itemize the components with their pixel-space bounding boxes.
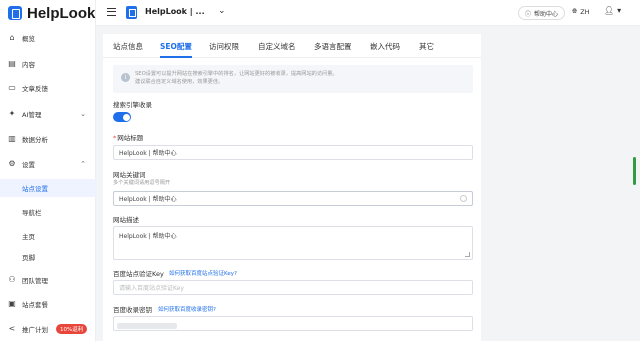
seo-info-text: SEO设置可以提升网站在搜索引擎中的排名，让网站更好的被收录，提高网站的访问量。… (135, 71, 338, 85)
tab-seo[interactable]: SEO配置 (160, 41, 192, 52)
tab-multilang[interactable]: 多语言配置 (314, 41, 352, 52)
help-center-label: 帮助中心 (534, 10, 559, 18)
settings-tabs: 站点信息 SEO配置 访问权限 自定义域名 多语言配置 嵌入代码 其它 (103, 34, 481, 58)
logo-text: HelpLook (27, 4, 96, 22)
menu-toggle-icon[interactable] (107, 8, 116, 16)
page-scrollbar[interactable] (632, 30, 636, 341)
topbar: HelpLook | ... ⌄ ⓘ 帮助中心 🌐︎ ZH 👤︎ ▾ (96, 0, 640, 26)
keywords-hint: 多个关键词请用逗号隔开 (113, 180, 171, 186)
sidebar-item-referral[interactable]: < 推广计划 10%返利 (0, 320, 96, 338)
description-label: 网站描述 (113, 216, 139, 224)
sidebar-item-ai[interactable]: ✦ AI管理 ⌄ (0, 105, 96, 123)
sidebar-item-label: 文章反馈 (22, 85, 48, 93)
settings-card: 站点信息 SEO配置 访问权限 自定义域名 多语言配置 嵌入代码 其它 i SE… (103, 34, 481, 341)
baidu-key-help-link[interactable]: 如何获取百度站点验证Key? (169, 269, 237, 277)
logo-icon (8, 6, 22, 20)
tab-site-info[interactable]: 站点信息 (113, 41, 143, 52)
language-switcher[interactable]: 🌐︎ ZH (572, 7, 590, 16)
chart-icon: ▥ (8, 134, 16, 143)
user-icon: 👤︎ (604, 6, 615, 15)
chevron-down-icon[interactable]: ⌄ (218, 6, 226, 16)
resize-handle-icon[interactable] (465, 252, 470, 257)
feedback-icon: ▭ (8, 83, 16, 92)
sidebar-item-package[interactable]: ▣ 站点套餐 (0, 295, 96, 313)
tab-other[interactable]: 其它 (419, 41, 434, 52)
masked-secret-value (117, 323, 177, 329)
sidebar-subitem-navbar[interactable]: 导航栏 (0, 203, 96, 221)
sidebar: HelpLook ⌂ 概览 ▤ 内容 ▭ 文章反馈 ✦ AI管理 ⌄ ▥ 数据分… (0, 0, 96, 341)
seo-info-banner: i SEO设置可以提升网站在搜索引擎中的排名，让网站更好的被收录，提高网站的访问… (113, 65, 473, 93)
site-title-label: *网站标题 (113, 134, 144, 142)
chevron-up-icon: ⌃ (80, 160, 86, 168)
ai-icon: ✦ (8, 109, 16, 118)
baidu-secret-help-link[interactable]: 如何获取百度收录密钥? (158, 305, 216, 313)
sidebar-item-overview[interactable]: ⌂ 概览 (0, 29, 96, 47)
sidebar-subitem-label: 站点设置 (22, 185, 48, 193)
site-title-input[interactable]: HelpLook | 帮助中心 (113, 145, 473, 160)
baidu-secret-label: 百度收录密钥 (113, 306, 152, 314)
user-menu[interactable]: 👤︎ ▾ (604, 6, 621, 15)
sidebar-item-label: 概览 (22, 35, 35, 43)
sidebar-subitem-label: 导航栏 (22, 209, 42, 217)
sidebar-item-label: 内容 (22, 61, 35, 69)
chevron-down-icon: ▾ (617, 6, 622, 15)
knowledge-base-title[interactable]: HelpLook | ... (145, 7, 205, 16)
index-label: 搜索引擎收录 (113, 101, 152, 109)
baidu-key-label: 百度站点验证Key (113, 270, 164, 278)
gear-icon: ⚙ (8, 159, 16, 168)
sidebar-item-content[interactable]: ▤ 内容 (0, 55, 96, 73)
home-icon: ⌂ (9, 33, 15, 42)
baidu-key-input[interactable]: 请输入百度站点验证Key (113, 280, 473, 295)
sidebar-subitem-label: 页脚 (22, 254, 35, 262)
team-icon: ⚇ (8, 275, 16, 284)
sidebar-item-label: 数据分析 (22, 136, 48, 144)
chevron-down-icon: ⌄ (80, 110, 86, 118)
sidebar-item-label: AI管理 (22, 111, 42, 119)
help-center-button[interactable]: ⓘ 帮助中心 (518, 6, 566, 20)
sidebar-item-team[interactable]: ⚇ 团队管理 (0, 271, 96, 289)
tab-embed-code[interactable]: 嵌入代码 (370, 41, 400, 52)
language-label: ZH (580, 7, 590, 16)
info-icon: i (121, 73, 130, 82)
sidebar-item-label: 站点套餐 (22, 301, 48, 309)
package-icon: ▣ (8, 299, 16, 308)
sidebar-item-label: 推广计划 (22, 326, 48, 334)
page-scrollbar-thumb[interactable] (633, 157, 636, 185)
sidebar-item-label: 团队管理 (22, 277, 48, 285)
sidebar-item-analytics[interactable]: ▥ 数据分析 (0, 130, 96, 148)
sidebar-subitem-site-settings[interactable]: 站点设置 (0, 179, 96, 197)
sidebar-item-settings[interactable]: ⚙ 设置 ⌃ (0, 155, 96, 173)
app-logo[interactable]: HelpLook (8, 4, 96, 22)
sidebar-subitem-footer[interactable]: 页脚 (0, 248, 96, 266)
description-textarea[interactable]: HelpLook | 帮助中心 (113, 226, 473, 260)
globe-icon: 🌐︎ (572, 7, 578, 15)
sidebar-item-feedback[interactable]: ▭ 文章反馈 (0, 79, 96, 97)
search-index-toggle[interactable] (113, 112, 131, 122)
sidebar-subitem-home[interactable]: 主页 (0, 227, 96, 245)
sidebar-subitem-label: 主页 (22, 233, 35, 241)
active-tab-indicator (160, 56, 192, 58)
sidebar-item-label: 设置 (22, 161, 35, 169)
keywords-input[interactable]: HelpLook | 帮助中心 (113, 191, 473, 206)
keywords-label: 网站关键词 (113, 171, 146, 179)
help-icon: ⓘ (525, 10, 532, 18)
tab-custom-domain[interactable]: 自定义域名 (258, 41, 296, 52)
knowledge-base-icon (126, 6, 137, 19)
share-icon: < (8, 324, 16, 333)
tab-access[interactable]: 访问权限 (209, 41, 239, 52)
document-icon: ▤ (8, 59, 16, 68)
rebate-badge: 10%返利 (56, 324, 88, 334)
clear-icon[interactable] (460, 195, 467, 202)
